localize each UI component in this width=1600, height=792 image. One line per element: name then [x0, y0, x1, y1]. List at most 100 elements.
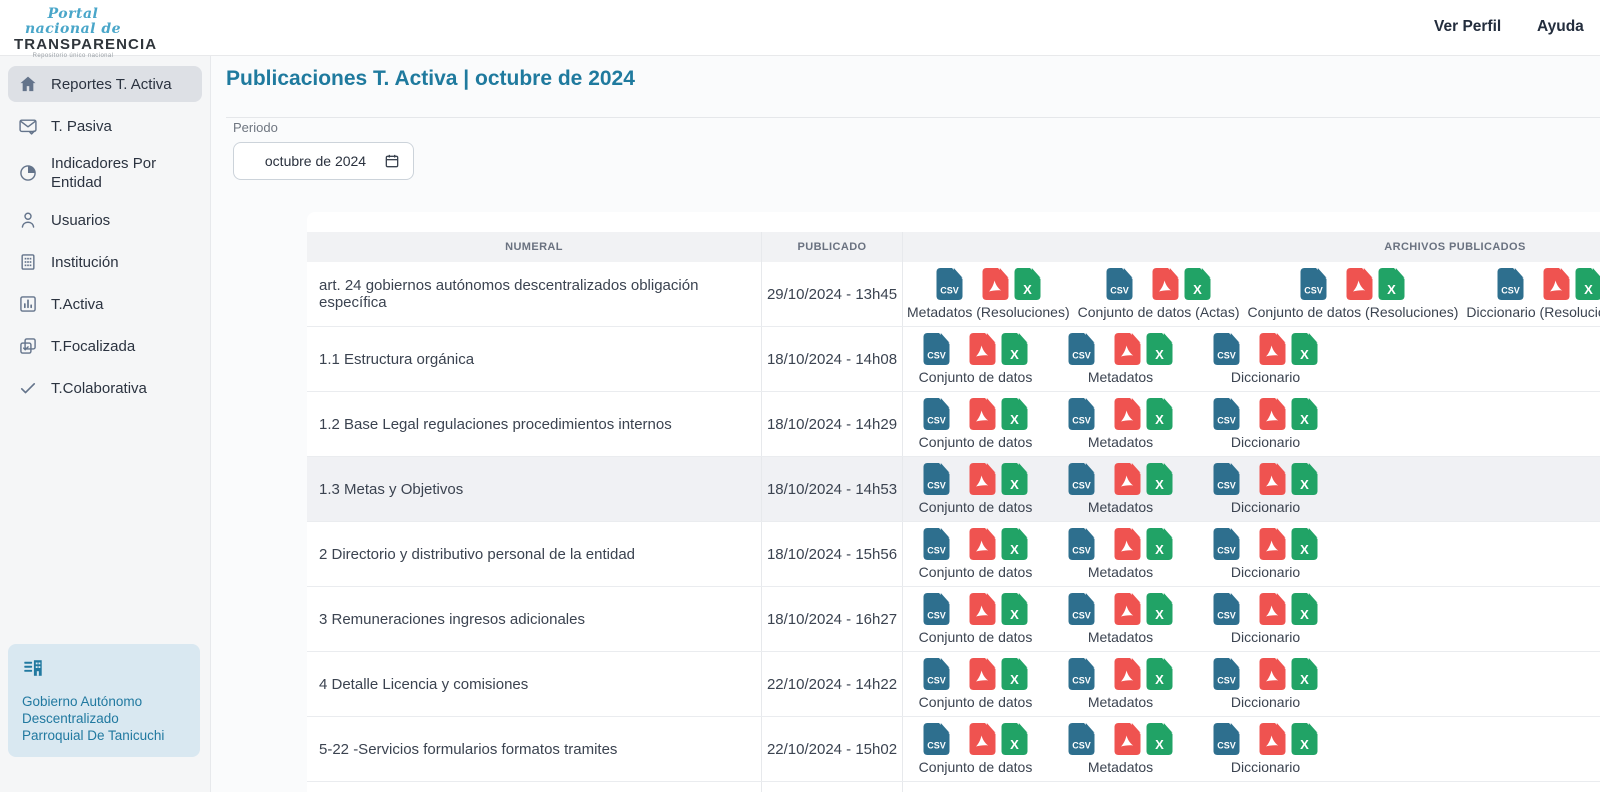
xls-file-icon[interactable]: X	[1291, 658, 1318, 690]
xls-file-icon[interactable]: X	[1001, 593, 1028, 625]
pdf-file-icon[interactable]	[1259, 593, 1286, 625]
file-group-label: Metadatos	[1088, 759, 1153, 775]
portal-logo[interactable]: Portal nacional de TRANSPARENCIA Reposit…	[14, 7, 132, 59]
xls-file-icon[interactable]: X	[1014, 268, 1041, 300]
csv-file-icon[interactable]: CSV	[1213, 463, 1240, 495]
xls-file-icon[interactable]: X	[1291, 528, 1318, 560]
xls-file-icon[interactable]: X	[1291, 723, 1318, 755]
nav-ayuda[interactable]: Ayuda	[1537, 18, 1584, 36]
csv-file-icon[interactable]: CSV	[923, 593, 950, 625]
pdf-file-icon[interactable]	[969, 528, 996, 560]
csv-file-icon[interactable]: CSV	[1213, 723, 1240, 755]
csv-file-icon[interactable]: CSV	[923, 658, 950, 690]
pdf-file-icon[interactable]	[1114, 398, 1141, 430]
csv-file-icon[interactable]: CSV	[1497, 268, 1524, 300]
csv-file-icon[interactable]: CSV	[1068, 333, 1095, 365]
pdf-file-icon[interactable]	[1114, 593, 1141, 625]
csv-file-icon[interactable]: CSV	[1068, 593, 1095, 625]
logo-tagline: Repositorio único nacional	[14, 53, 132, 59]
xls-file-icon[interactable]: X	[1001, 723, 1028, 755]
xls-file-icon[interactable]: X	[1291, 333, 1318, 365]
numeral-cell: art. 24 gobiernos autónomos descentraliz…	[307, 262, 762, 326]
title-divider	[226, 117, 1600, 118]
nav-ver-perfil[interactable]: Ver Perfil	[1434, 18, 1501, 36]
csv-file-icon[interactable]: CSV	[1213, 593, 1240, 625]
xls-file-icon[interactable]: X	[1184, 268, 1211, 300]
xls-file-icon[interactable]: X	[1146, 398, 1173, 430]
xls-file-icon[interactable]: X	[1001, 658, 1028, 690]
csv-file-icon[interactable]: CSV	[1068, 528, 1095, 560]
xls-file-icon[interactable]: X	[1001, 398, 1028, 430]
pdf-file-icon[interactable]	[982, 268, 1009, 300]
period-month-picker[interactable]: octubre de 2024	[233, 142, 414, 180]
csv-file-icon[interactable]: CSV	[1213, 528, 1240, 560]
pdf-file-icon[interactable]	[1259, 398, 1286, 430]
xls-file-icon[interactable]: X	[1291, 593, 1318, 625]
xls-file-icon[interactable]: X	[1378, 268, 1405, 300]
pdf-file-icon[interactable]	[1114, 658, 1141, 690]
xls-file-icon[interactable]: X	[1001, 463, 1028, 495]
file-group: CSVXConjunto de datos (Resoluciones)	[1244, 268, 1463, 320]
xls-file-icon[interactable]: X	[1146, 463, 1173, 495]
csv-file-icon[interactable]: CSV	[1213, 333, 1240, 365]
sidebar-item-reportes-t-activa[interactable]: Reportes T. Activa	[8, 66, 202, 102]
csv-file-icon[interactable]: CSV	[923, 333, 950, 365]
pdf-file-icon[interactable]	[1114, 463, 1141, 495]
home-icon	[18, 74, 38, 94]
csv-file-icon[interactable]: CSV	[1068, 658, 1095, 690]
sidebar-item-t-activa[interactable]: T.Activa	[8, 286, 202, 322]
pdf-file-icon[interactable]	[1259, 528, 1286, 560]
file-group: CSV X Conjunto de datos	[903, 658, 1048, 710]
csv-file-icon[interactable]: CSV	[923, 723, 950, 755]
csv-file-icon[interactable]: CSV	[1068, 723, 1095, 755]
pdf-file-icon[interactable]	[969, 658, 996, 690]
pdf-file-icon[interactable]	[1259, 723, 1286, 755]
sidebar-item-usuarios[interactable]: Usuarios	[8, 202, 202, 238]
xls-file-icon[interactable]: X	[1146, 658, 1173, 690]
xls-file-icon[interactable]: X	[1146, 723, 1173, 755]
sidebar-item-t-pasiva[interactable]: T. Pasiva	[8, 108, 202, 144]
archivos-cell: CSVXConjunto de datosCSVXMetadatosCSVXDi…	[903, 587, 1600, 651]
csv-file-icon[interactable]: CSV	[1213, 658, 1240, 690]
csv-file-icon[interactable]: CSV	[1068, 463, 1095, 495]
csv-file-icon[interactable]: CSV	[923, 528, 950, 560]
csv-file-icon[interactable]: CSV	[1068, 398, 1095, 430]
xls-file-icon[interactable]: X	[1575, 268, 1600, 300]
pdf-file-icon[interactable]	[969, 398, 996, 430]
xls-file-icon[interactable]: X	[1291, 463, 1318, 495]
csv-file-icon[interactable]: CSV	[1300, 268, 1327, 300]
sidebar-item-indicadores-por-entidad[interactable]: Indicadores Por Entidad	[8, 150, 202, 196]
xls-file-icon[interactable]: X	[1146, 593, 1173, 625]
xls-file-icon[interactable]: X	[1001, 528, 1028, 560]
pdf-file-icon[interactable]	[1259, 463, 1286, 495]
xls-file-icon[interactable]: X	[1001, 333, 1028, 365]
pdf-file-icon[interactable]	[1259, 333, 1286, 365]
xls-file-icon[interactable]: X	[1146, 333, 1173, 365]
calendar-icon[interactable]	[384, 153, 400, 169]
pdf-file-icon[interactable]	[969, 723, 996, 755]
csv-file-icon[interactable]: CSV	[923, 463, 950, 495]
csv-file-icon[interactable]: CSV	[923, 398, 950, 430]
pdf-file-icon[interactable]	[1346, 268, 1373, 300]
pdf-file-icon[interactable]	[1114, 723, 1141, 755]
csv-file-icon[interactable]: CSV	[1106, 268, 1133, 300]
pdf-file-icon[interactable]	[1259, 658, 1286, 690]
file-group-label: Conjunto de datos	[919, 694, 1033, 710]
csv-file-icon[interactable]: CSV	[936, 268, 963, 300]
xls-file-icon[interactable]: X	[1291, 398, 1318, 430]
pdf-file-icon[interactable]	[1114, 333, 1141, 365]
sidebar-item-t-colaborativa[interactable]: T.Colaborativa	[8, 370, 202, 406]
pdf-file-icon[interactable]	[969, 333, 996, 365]
sidebar-item-t-focalizada[interactable]: T.Focalizada	[8, 328, 202, 364]
csv-file-icon[interactable]: CSV	[1213, 398, 1240, 430]
pdf-file-icon[interactable]	[1152, 268, 1179, 300]
publications-table-card: NUMERAL PUBLICADO ARCHIVOS PUBLICADOS ar…	[307, 212, 1600, 792]
pdf-file-icon[interactable]	[969, 463, 996, 495]
sidebar-item-institucion[interactable]: Institución	[8, 244, 202, 280]
xls-file-icon[interactable]: X	[1146, 528, 1173, 560]
publicado-cell: 29/10/2024 - 13h45	[762, 262, 903, 326]
pdf-file-icon[interactable]	[1543, 268, 1570, 300]
file-group: CSVXDiccionario	[1193, 723, 1338, 775]
pdf-file-icon[interactable]	[969, 593, 996, 625]
pdf-file-icon[interactable]	[1114, 528, 1141, 560]
